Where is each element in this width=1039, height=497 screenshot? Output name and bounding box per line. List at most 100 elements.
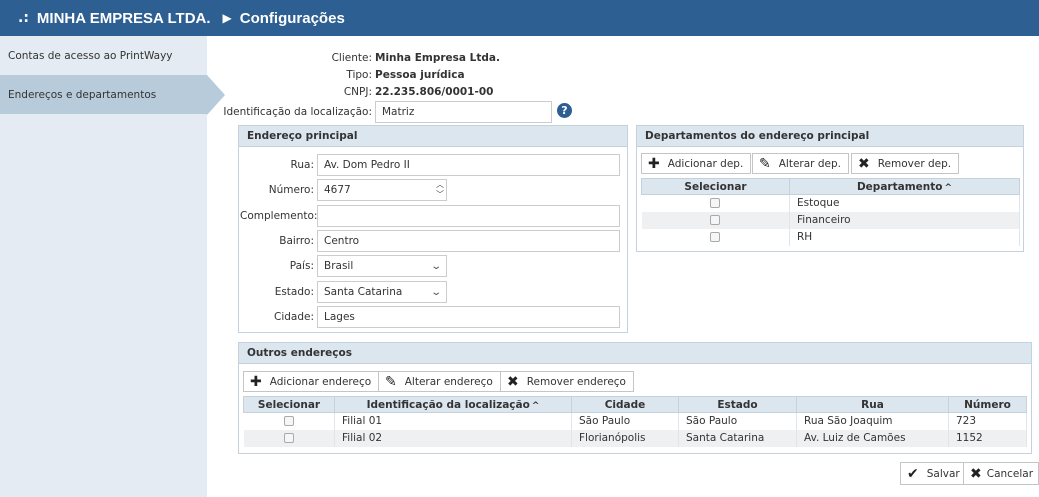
edit-department-button[interactable]: ✎ Alterar dep. <box>752 153 849 174</box>
cliente-value-wrap: Minha Empresa Ltda. <box>375 52 500 64</box>
row-select-cell <box>641 228 790 246</box>
pais-select[interactable]: Brasil ⌄ <box>317 255 447 277</box>
table-row[interactable]: Filial 02 Florianópolis Santa Catarina A… <box>243 429 1027 447</box>
tipo-value-wrap: Pessoa jurídica <box>375 69 465 81</box>
remove-address-button[interactable]: ✖ Remover endereço <box>500 371 634 392</box>
table-row[interactable]: Estoque <box>641 194 1020 212</box>
tipo-value: Pessoa jurídica <box>375 69 465 81</box>
cell-localizacao: Filial 01 <box>334 412 572 430</box>
department-name: RH <box>789 228 1020 246</box>
cell-rua: Av. Luiz de Camões <box>796 429 949 447</box>
rua-input[interactable] <box>317 154 620 176</box>
help-icon[interactable]: ? <box>557 103 572 118</box>
estado-label: Estado: <box>274 286 314 298</box>
remove-department-button[interactable]: ✖ Remover dep. <box>851 153 960 174</box>
save-label: Salvar <box>926 467 960 480</box>
company-name: MINHA EMPRESA LTDA. <box>36 9 211 27</box>
row-checkbox[interactable] <box>283 433 294 443</box>
save-button[interactable]: ✔ Salvar <box>900 462 968 485</box>
sort-asc-icon: ^ <box>944 182 953 193</box>
cnpj-value: 22.235.806/0001-00 <box>375 86 494 98</box>
sidebar-item-enderecos[interactable]: Endereços e departamentos <box>0 75 225 115</box>
add-department-button[interactable]: ✚ Adicionar dep. <box>641 153 752 174</box>
cell-cidade: São Paulo <box>571 412 679 430</box>
edit-address-button[interactable]: ✎ Alterar endereço <box>378 371 501 392</box>
col-header-department[interactable]: Departamento ^ <box>789 178 1020 195</box>
plus-icon: ✚ <box>250 373 262 390</box>
cell-cidade: Florianópolis <box>571 429 679 447</box>
breadcrumb-arrow-icon: ▶ <box>222 11 232 25</box>
table-row[interactable]: Filial 01 São Paulo São Paulo Rua São Jo… <box>243 412 1027 430</box>
remove-department-label: Remover dep. <box>877 157 952 170</box>
col-header-localizacao-label: Identificação da localização <box>366 398 530 411</box>
row-select-cell <box>243 412 335 430</box>
row-checkbox[interactable] <box>710 232 721 242</box>
estado-select[interactable]: Santa Catarina ⌄ <box>317 281 447 303</box>
cell-numero: 1152 <box>948 429 1027 447</box>
cell-estado: Santa Catarina <box>678 429 797 447</box>
close-icon: ✖ <box>970 465 982 482</box>
col-header-cidade[interactable]: Cidade <box>571 396 679 413</box>
col-header-localizacao[interactable]: Identificação da localização ^ <box>334 396 572 413</box>
numero-value: 4677 <box>324 184 351 196</box>
col-header-estado[interactable]: Estado <box>678 396 797 413</box>
add-address-label: Adicionar endereço <box>269 375 372 388</box>
sidebar-item-label: Endereços e departamentos <box>8 89 157 101</box>
cliente-label: Cliente: <box>331 52 372 64</box>
cell-localizacao: Filial 02 <box>334 429 572 447</box>
sidebar-item-label: Contas de acesso ao PrintWayy <box>8 50 173 62</box>
outros-enderecos-title: Outros endereços <box>239 343 1031 364</box>
tipo-label: Tipo: <box>346 69 372 81</box>
cancel-label: Cancelar <box>986 467 1034 480</box>
page-title: Configurações <box>239 9 345 27</box>
cancel-button[interactable]: ✖ Cancelar <box>963 462 1039 485</box>
cliente-value: Minha Empresa Ltda. <box>375 52 500 64</box>
cnpj-label: CNPJ: <box>343 86 372 98</box>
header-prefix: .: <box>18 10 29 26</box>
rua-label: Rua: <box>290 159 314 171</box>
col-header-select[interactable]: Selecionar <box>641 178 790 195</box>
chevron-down-icon: ⌄ <box>429 260 442 272</box>
cell-estado: São Paulo <box>678 412 797 430</box>
cnpj-label-wrap: CNPJ: <box>240 86 372 100</box>
addresses-table: Selecionar Identificação da localização ^… <box>243 396 1027 447</box>
localizacao-input[interactable] <box>375 101 552 123</box>
cidade-label: Cidade: <box>273 311 314 323</box>
endereco-principal-title: Endereço principal <box>239 126 627 147</box>
pais-value: Brasil <box>324 260 354 272</box>
row-checkbox[interactable] <box>283 416 294 427</box>
add-address-button[interactable]: ✚ Adicionar endereço <box>243 371 380 392</box>
localizacao-label: Identificação da localização: <box>223 106 372 118</box>
col-header-rua[interactable]: Rua <box>796 396 949 413</box>
plus-icon: ✚ <box>648 155 660 172</box>
close-icon: ✖ <box>858 155 870 172</box>
row-select-cell <box>641 211 790 229</box>
departamentos-title: Departamentos do endereço principal <box>637 126 1023 147</box>
numero-label: Número: <box>268 184 314 196</box>
stepper-arrows-icon[interactable]: ︿ ﹀ <box>436 180 444 200</box>
numero-stepper[interactable]: 4677 ︿ ﹀ <box>317 179 447 201</box>
cnpj-value-wrap: 22.235.806/0001-00 <box>375 86 493 98</box>
table-row[interactable]: Financeiro <box>641 211 1020 229</box>
tipo-label-wrap: Tipo: <box>240 69 372 83</box>
loc-label-wrap: Identificação da localização: <box>200 106 372 120</box>
row-checkbox[interactable] <box>710 215 721 225</box>
cidade-input[interactable] <box>317 306 620 328</box>
col-header-numero[interactable]: Número <box>948 396 1027 413</box>
sidebar-item-contas[interactable]: Contas de acesso ao PrintWayy <box>0 36 207 75</box>
col-header-select[interactable]: Selecionar <box>243 396 335 413</box>
col-header-department-label: Departamento <box>856 180 943 193</box>
table-row[interactable]: RH <box>641 228 1020 246</box>
cell-rua: Rua São Joaquim <box>796 412 949 430</box>
bairro-input[interactable] <box>317 230 620 252</box>
sort-asc-icon: ^ <box>531 400 540 411</box>
cliente-label-wrap: Cliente: <box>240 52 372 66</box>
remove-address-label: Remover endereço <box>526 375 626 388</box>
department-name: Financeiro <box>789 211 1020 229</box>
row-checkbox[interactable] <box>710 198 721 209</box>
complemento-input[interactable] <box>317 205 620 227</box>
departments-table: Selecionar Departamento ^ Estoque Finance… <box>641 178 1020 246</box>
complemento-label: Complemento: <box>240 210 318 222</box>
chevron-down-icon: ⌄ <box>429 286 442 298</box>
cell-numero: 723 <box>948 412 1027 430</box>
